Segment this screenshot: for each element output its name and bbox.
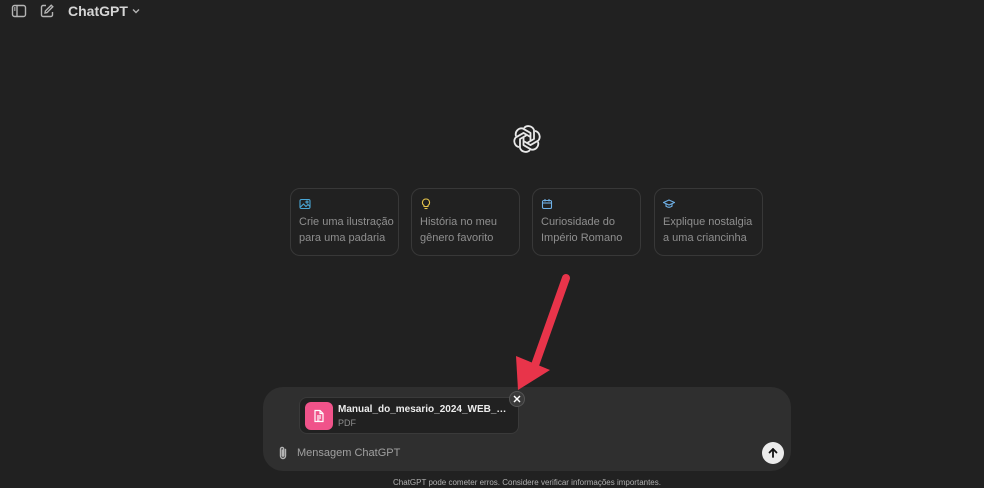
suggestion-card-illustration[interactable]: Crie uma ilustração para uma padaria (290, 188, 399, 256)
disclaimer-text: ChatGPT pode cometer erros. Considere ve… (393, 478, 661, 487)
model-switcher[interactable]: ChatGPT (68, 2, 141, 20)
chatgpt-window: ChatGPT Crie uma ilustração para uma pad… (0, 0, 984, 488)
suggestion-text-line: Curiosidade do (541, 216, 615, 228)
suggestion-text-line: História no meu (420, 216, 498, 228)
top-bar: ChatGPT (0, 0, 984, 24)
message-composer: Manual_do_mesario_2024_WEB_Sepre... PDF (263, 387, 791, 471)
paperclip-icon[interactable] (275, 445, 291, 461)
attachment-file-name: Manual_do_mesario_2024_WEB_Sepre... (338, 404, 513, 415)
suggestion-text-line: para uma padaria (299, 232, 386, 244)
sidebar-toggle-icon[interactable] (10, 2, 28, 20)
new-chat-icon[interactable] (38, 2, 56, 20)
lightbulb-icon (420, 197, 432, 210)
model-name: ChatGPT (68, 3, 128, 19)
arrow-up-icon (768, 448, 778, 458)
send-button[interactable] (762, 442, 784, 464)
calendar-icon (541, 197, 553, 210)
attachment-file-type: PDF (338, 418, 356, 428)
suggestion-text-line: Crie uma ilustração (299, 216, 394, 228)
graduation-cap-icon (662, 197, 676, 209)
annotation-arrow (516, 274, 570, 390)
suggestion-text-line: a uma criancinha (663, 232, 747, 244)
suggestion-text-line: Explique nostalgia (663, 216, 753, 228)
message-input[interactable] (297, 444, 747, 462)
suggestion-text-line: gênero favorito (420, 232, 494, 244)
suggestion-text-line: Império Romano (541, 232, 623, 244)
image-icon (299, 197, 311, 210)
file-document-icon (305, 402, 333, 430)
suggestion-card-explain[interactable]: Explique nostalgia a uma criancinha (654, 188, 763, 256)
suggestion-card-curiosity[interactable]: Curiosidade do Império Romano (532, 188, 641, 256)
openai-logo-icon (509, 121, 545, 157)
attachment-chip[interactable]: Manual_do_mesario_2024_WEB_Sepre... PDF (299, 397, 519, 434)
suggestion-card-story[interactable]: História no meu gênero favorito (411, 188, 520, 256)
chevron-down-icon (132, 9, 140, 14)
